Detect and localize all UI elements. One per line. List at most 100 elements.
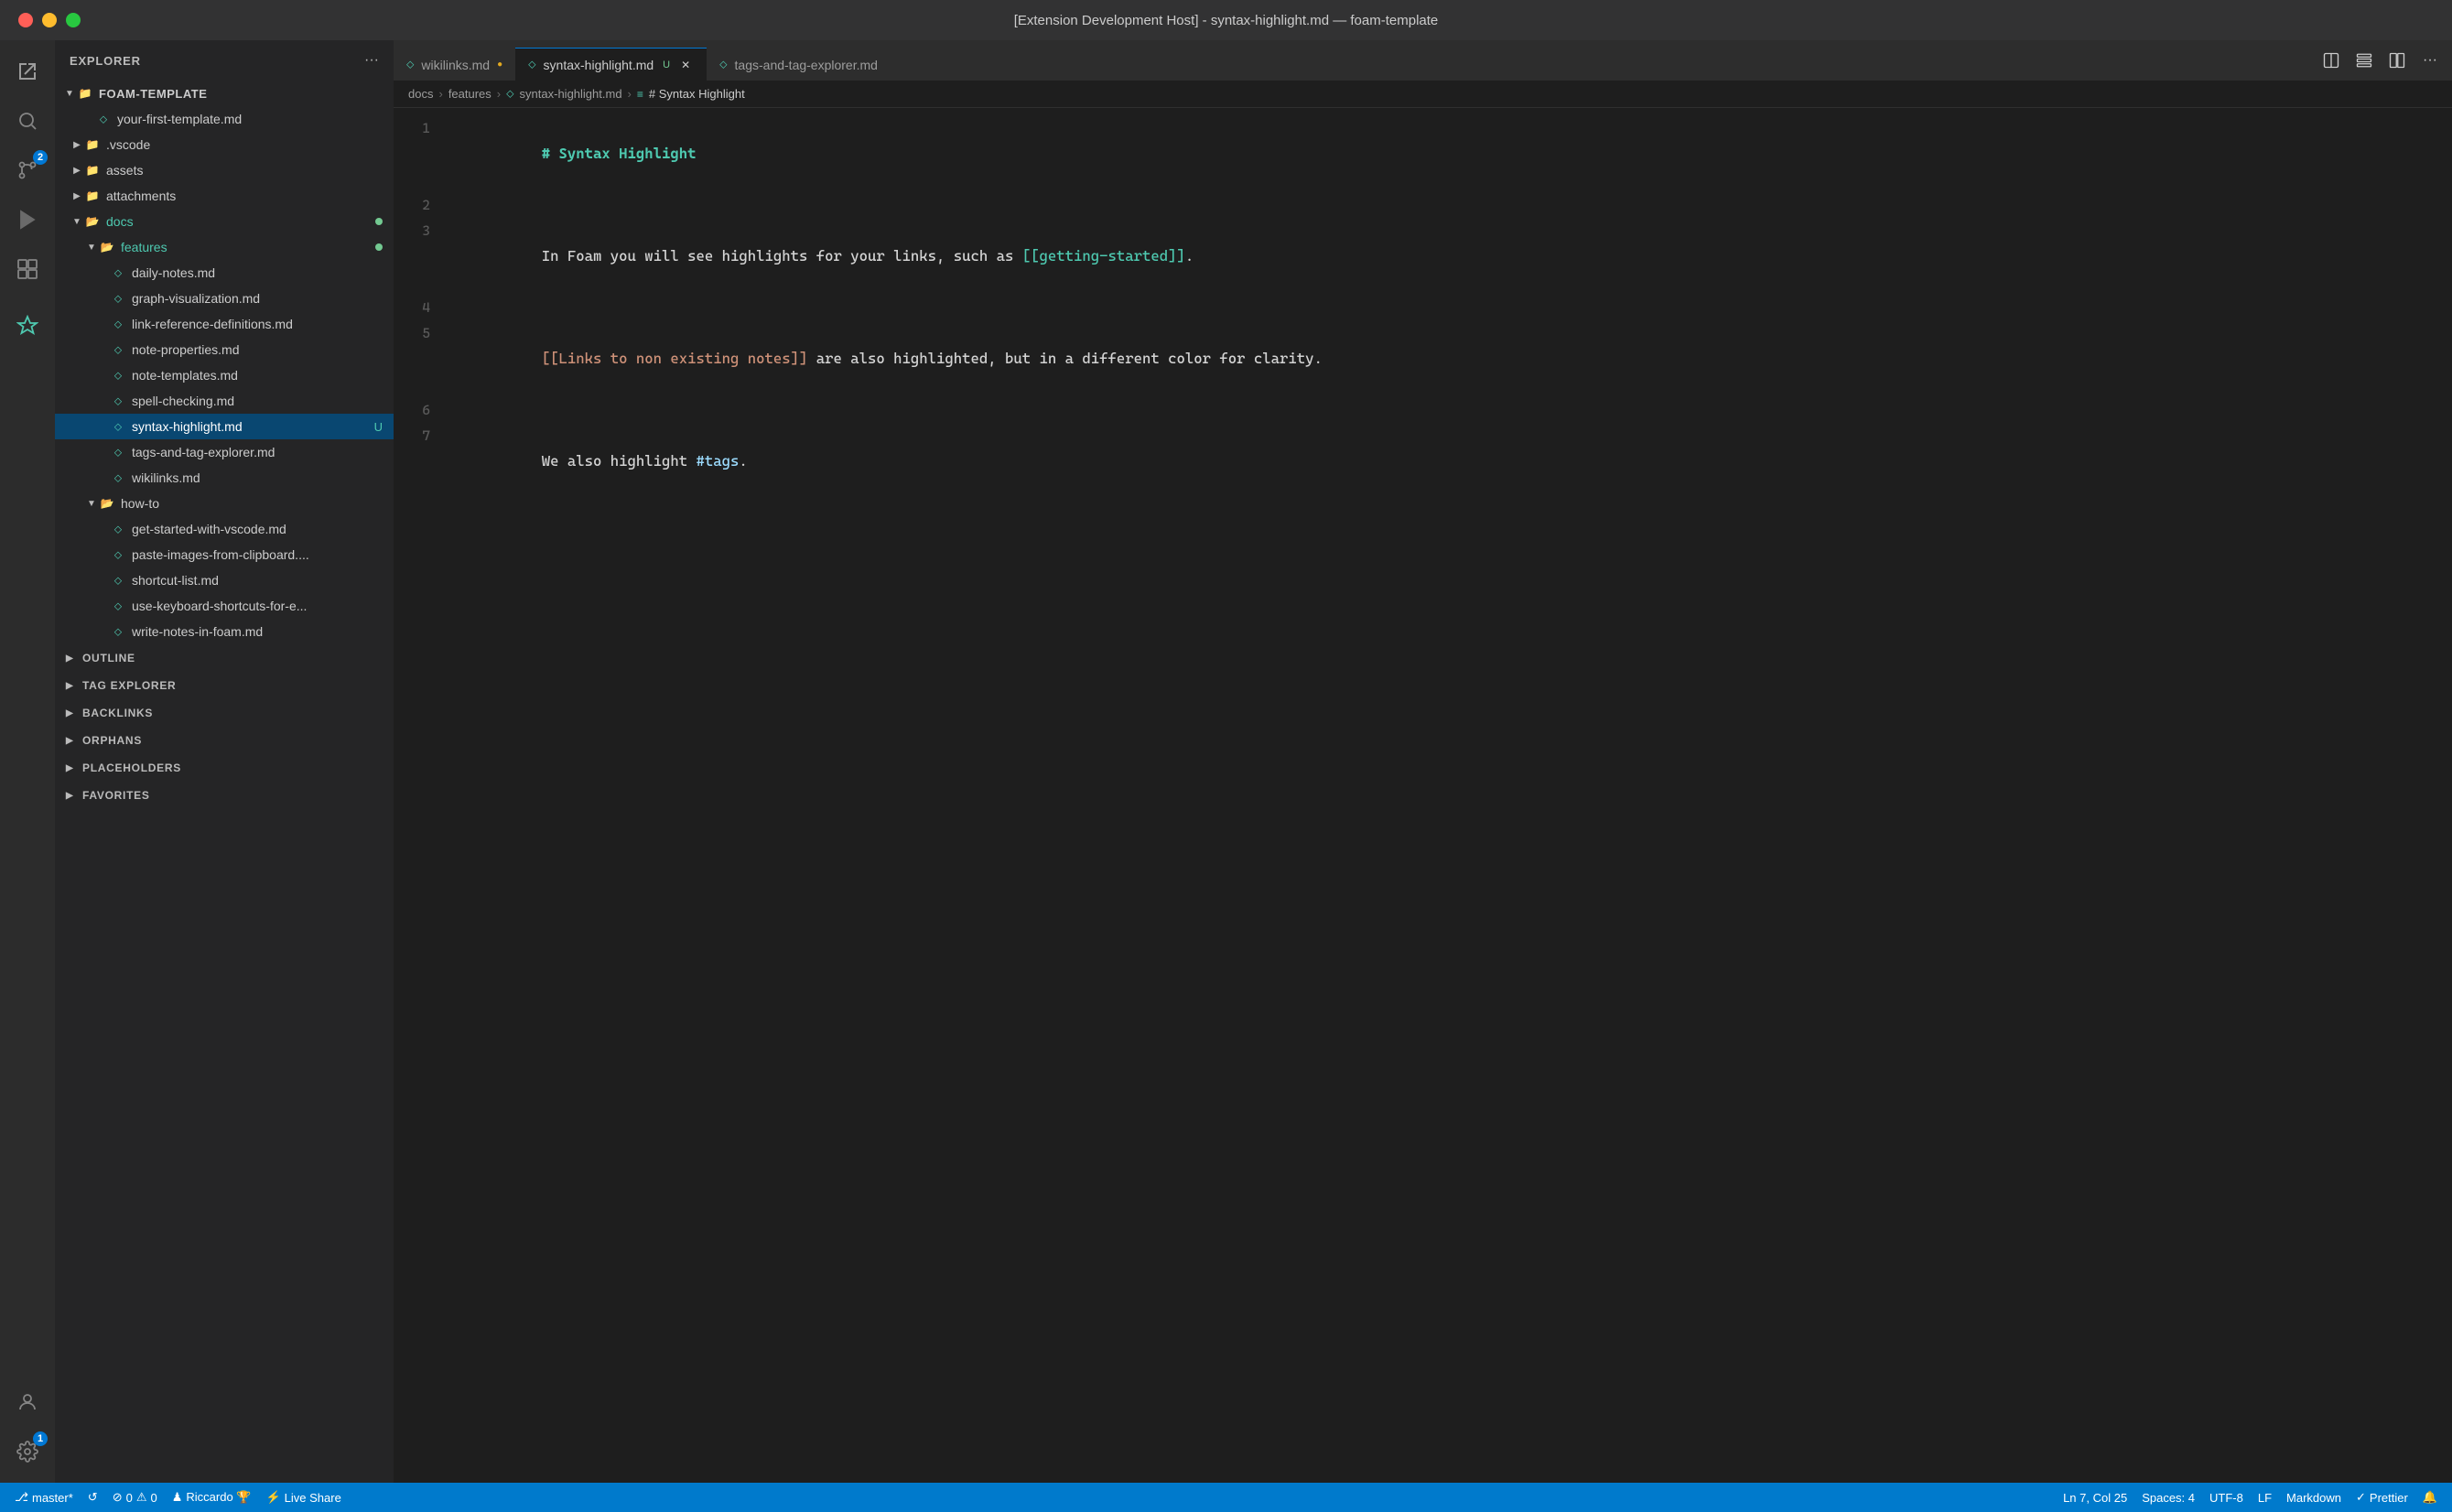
line-content-2[interactable] [448,192,2452,218]
tree-item-get-started[interactable]: ⬦ get-started-with-vscode.md [55,516,394,542]
tree-item-note-props[interactable]: ⬦ note-properties.md [55,337,394,362]
tree-item-vscode[interactable]: ▶ 📁 .vscode [55,132,394,157]
open-editors-icon[interactable] [2349,46,2379,75]
editor-layout-icon[interactable] [2382,46,2412,75]
file-tree: ▼ 📁 FOAM-TEMPLATE ▶ ⬦ your-first-templat… [55,81,394,1483]
status-language[interactable]: Markdown [2279,1491,2349,1505]
window-controls[interactable] [18,13,81,27]
status-errors[interactable]: ⊘ 0 ⚠ 0 [105,1490,165,1505]
code-line-4: 4 [394,295,2452,320]
code-line-7: 7 We also highlight #tags. [394,423,2452,500]
user-name: Riccardo 🏆 [186,1490,251,1505]
maximize-button[interactable] [66,13,81,27]
line-num-4: 4 [394,295,448,320]
status-branch[interactable]: ⎇ master* [7,1490,81,1505]
breadcrumb-docs[interactable]: docs [408,87,433,101]
md-file-icon: ⬦ [95,111,112,127]
close-button[interactable] [18,13,33,27]
tree-item-wikilinks[interactable]: ⬦ wikilinks.md [55,465,394,491]
tree-item-attachments[interactable]: ▶ 📁 attachments [55,183,394,209]
foam-activity-icon[interactable] [5,304,49,348]
breadcrumb-heading[interactable]: # Syntax Highlight [649,87,745,101]
status-notifications[interactable]: 🔔 [2415,1490,2445,1505]
md-file-icon: ⬦ [110,598,126,614]
extensions-activity-icon[interactable] [5,247,49,291]
more-actions-icon[interactable]: ··· [2415,46,2445,75]
line-content-4[interactable] [448,295,2452,320]
md-file-icon: ⬦ [110,290,126,307]
tree-item-your-first-template[interactable]: ▶ ⬦ your-first-template.md [55,106,394,132]
account-activity-icon[interactable] [5,1380,49,1424]
text-3b: . [1185,247,1194,265]
warning-count: 0 [150,1491,157,1505]
line-content-5[interactable]: [[Links to non existing notes]] are also… [448,320,2452,397]
sidebar-more-icon[interactable]: ··· [364,52,379,69]
daily-notes-label: daily-notes.md [132,265,394,280]
tree-item-graph-viz[interactable]: ⬦ graph-visualization.md [55,286,394,311]
tree-item-features[interactable]: ▼ 📂 features [55,234,394,260]
line-content-1[interactable]: # Syntax Highlight [448,115,2452,192]
line-content-6[interactable] [448,397,2452,423]
status-position[interactable]: Ln 7, Col 25 [2056,1491,2134,1505]
write-notes-label: write-notes-in-foam.md [132,624,394,639]
tree-item-tags-explorer[interactable]: ⬦ tags-and-tag-explorer.md [55,439,394,465]
md-file-icon: ⬦ [110,367,126,383]
tree-item-shortcut-list[interactable]: ⬦ shortcut-list.md [55,567,394,593]
graph-viz-label: graph-visualization.md [132,291,394,306]
tree-item-how-to[interactable]: ▼ 📂 how-to [55,491,394,516]
status-user[interactable]: ♟ Riccardo 🏆 [165,1490,259,1505]
tree-item-note-templ[interactable]: ⬦ note-templates.md [55,362,394,388]
status-encoding[interactable]: UTF-8 [2202,1491,2251,1505]
tab-syntax-highlight[interactable]: ⬦ syntax-highlight.md U ✕ [515,48,707,81]
titlebar: [Extension Development Host] - syntax-hi… [0,0,2452,40]
vscode-arrow: ▶ [70,137,84,152]
tree-item-write-notes[interactable]: ⬦ write-notes-in-foam.md [55,619,394,644]
section-orphans[interactable]: ▶ ORPHANS [55,727,394,754]
tree-item-link-ref[interactable]: ⬦ link-reference-definitions.md [55,311,394,337]
status-prettier[interactable]: ✓ Prettier [2349,1490,2415,1505]
status-eol[interactable]: LF [2251,1491,2279,1505]
split-editor-icon[interactable] [2317,46,2346,75]
line-content-7[interactable]: We also highlight #tags. [448,423,2452,500]
tab-close-button[interactable]: ✕ [677,57,694,73]
line-content-3[interactable]: In Foam you will see highlights for your… [448,218,2452,295]
tree-item-spell-check[interactable]: ⬦ spell-checking.md [55,388,394,414]
features-label: features [121,240,375,254]
settings-activity-icon[interactable]: 1 [5,1430,49,1474]
tree-item-use-keyboard[interactable]: ⬦ use-keyboard-shortcuts-for-e... [55,593,394,619]
tree-item-docs[interactable]: ▼ 📂 docs [55,209,394,234]
tree-item-syntax-highlight[interactable]: ⬦ syntax-highlight.md U [55,414,394,439]
section-placeholders[interactable]: ▶ PLACEHOLDERS [55,754,394,782]
section-favorites[interactable]: ▶ FAVORITES [55,782,394,809]
search-activity-icon[interactable] [5,99,49,143]
code-editor[interactable]: 1 # Syntax Highlight 2 3 In Foam you wil… [394,108,2452,1483]
tab-tags-explorer[interactable]: ⬦ tags-and-tag-explorer.md [707,48,891,81]
warning-icon: ⚠ [136,1490,147,1505]
status-liveshare[interactable]: ⚡ Live Share [258,1490,348,1505]
tree-item-paste-images[interactable]: ⬦ paste-images-from-clipboard.... [55,542,394,567]
sidebar-title: EXPLORER [70,54,141,68]
section-tag-explorer[interactable]: ▶ TAG EXPLORER [55,672,394,699]
how-to-label: how-to [121,496,394,511]
tree-item-assets[interactable]: ▶ 📁 assets [55,157,394,183]
status-sync[interactable]: ↺ [81,1490,105,1505]
breadcrumb-features[interactable]: features [448,87,491,101]
docs-arrow: ▼ [70,214,84,229]
code-line-5: 5 [[Links to non existing notes]] are al… [394,320,2452,397]
section-backlinks[interactable]: ▶ BACKLINKS [55,699,394,727]
minimize-button[interactable] [42,13,57,27]
tree-root-foam-template[interactable]: ▼ 📁 FOAM-TEMPLATE [55,81,394,106]
section-outline[interactable]: ▶ OUTLINE [55,644,394,672]
backlinks-label: BACKLINKS [82,707,153,719]
breadcrumb-file[interactable]: syntax-highlight.md [520,87,622,101]
tab-wikilinks[interactable]: ⬦ wikilinks.md ● [394,48,515,81]
tree-item-daily-notes[interactable]: ⬦ daily-notes.md [55,260,394,286]
source-control-activity-icon[interactable]: 2 [5,148,49,192]
run-activity-icon[interactable] [5,198,49,242]
breadcrumb-sep-3: › [628,87,632,101]
sidebar-header: EXPLORER ··· [55,40,394,81]
line-num-7: 7 [394,423,448,500]
folder-open-icon: 📂 [99,495,115,512]
status-spaces[interactable]: Spaces: 4 [2134,1491,2202,1505]
explorer-activity-icon[interactable] [5,49,49,93]
